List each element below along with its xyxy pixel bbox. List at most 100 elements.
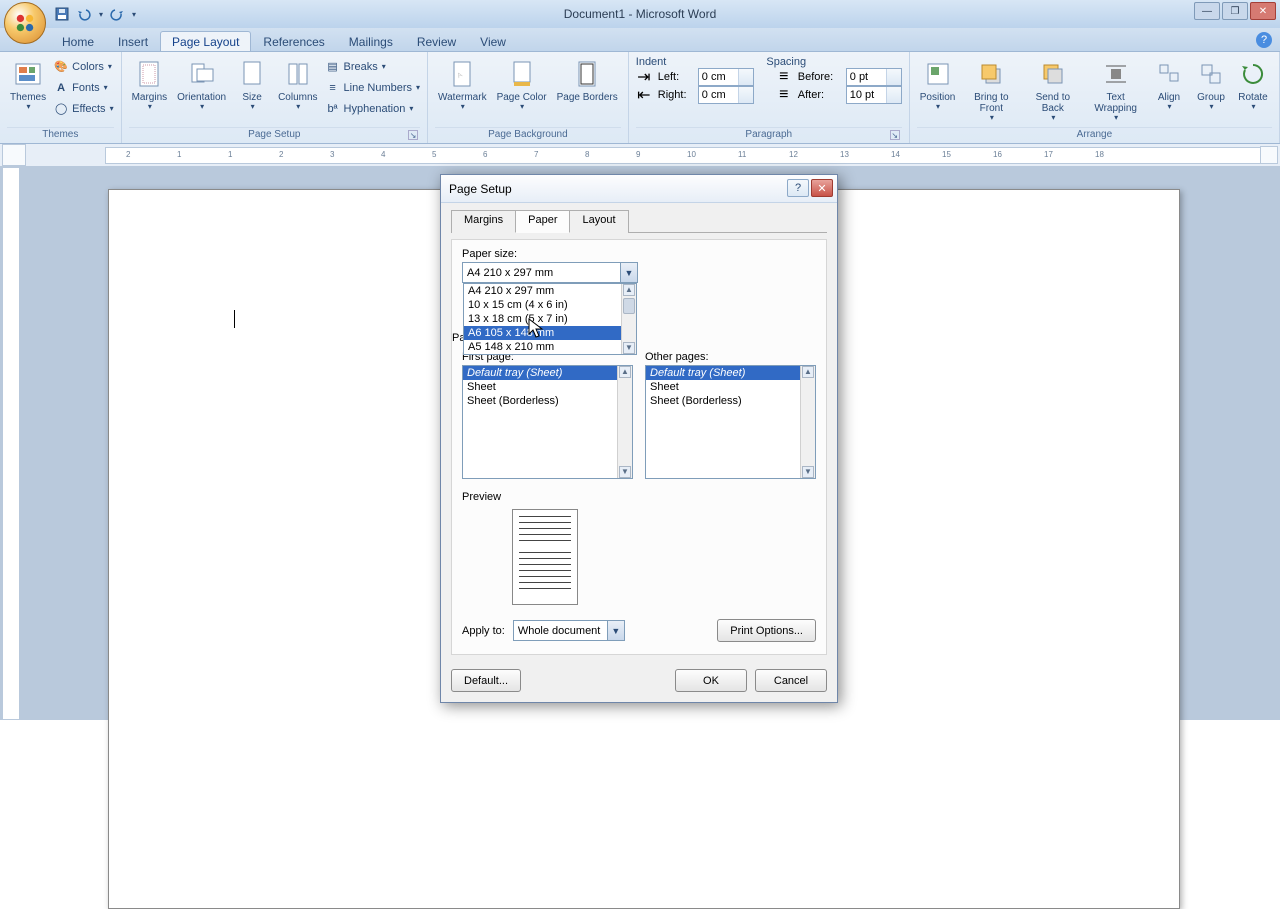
ruler-number: 2: [126, 150, 130, 159]
group-title: Arrange: [917, 127, 1272, 141]
group-themes: Themes▾ 🎨Colors▾ AFonts▾ ◯Effects▾ Theme…: [0, 52, 122, 143]
save-icon[interactable]: [54, 6, 70, 22]
tab-view[interactable]: View: [468, 31, 518, 51]
scroll-up-icon[interactable]: ▲: [619, 366, 631, 378]
default-button[interactable]: Default...: [451, 669, 521, 692]
scroll-down-icon[interactable]: ▼: [619, 466, 631, 478]
tray-option[interactable]: Sheet (Borderless): [646, 394, 815, 408]
chevron-down-icon[interactable]: ▼: [607, 621, 624, 640]
dialog-help-button[interactable]: ?: [787, 179, 809, 197]
align-button[interactable]: Align▾: [1150, 56, 1188, 114]
ruler-number: 3: [330, 150, 334, 159]
scroll-down-icon[interactable]: ▼: [802, 466, 814, 478]
ruler-toggle-icon[interactable]: [1260, 146, 1278, 164]
apply-to-combo[interactable]: Whole document ▼: [513, 620, 625, 641]
tab-references[interactable]: References: [251, 31, 336, 51]
tray-option[interactable]: Default tray (Sheet): [463, 366, 632, 380]
paper-size-option[interactable]: 13 x 18 cm (5 x 7 in): [464, 312, 636, 326]
paper-size-option[interactable]: 10 x 15 cm (4 x 6 in): [464, 298, 636, 312]
page-setup-launcher-icon[interactable]: ↘: [408, 130, 418, 140]
group-button[interactable]: Group▾: [1192, 56, 1230, 114]
minimize-button[interactable]: —: [1194, 2, 1220, 20]
maximize-button[interactable]: ❐: [1222, 2, 1248, 20]
paper-size-combo[interactable]: A4 210 x 297 mm ▼ A4 210 x 297 mm10 x 15…: [462, 262, 638, 283]
group-arrange: Position▾ Bring to Front▾ Send to Back▾ …: [910, 52, 1280, 143]
line-numbers-button[interactable]: ≡Line Numbers▾: [325, 77, 421, 98]
dialog-titlebar[interactable]: Page Setup ? ✕: [441, 175, 837, 203]
page-setup-dialog: Page Setup ? ✕ Margins Paper Layout Pape…: [440, 174, 838, 703]
group-title: Page Background: [435, 127, 621, 141]
other-pages-listbox[interactable]: Default tray (Sheet)SheetSheet (Borderle…: [645, 365, 816, 479]
scroll-down-icon[interactable]: ▼: [623, 342, 635, 354]
ruler-number: 6: [483, 150, 487, 159]
undo-dropdown-icon[interactable]: ▾: [99, 10, 103, 19]
group-icon: [1195, 58, 1227, 90]
size-button[interactable]: Size▾: [233, 56, 271, 114]
first-page-listbox[interactable]: Default tray (Sheet)SheetSheet (Borderle…: [462, 365, 633, 479]
paper-size-option[interactable]: A6 105 x 148 mm: [464, 326, 636, 340]
tray-option[interactable]: Sheet: [646, 380, 815, 394]
themes-button[interactable]: Themes▾: [7, 56, 49, 114]
watermark-button[interactable]: AWatermark▾: [435, 56, 490, 114]
chevron-down-icon[interactable]: ▼: [620, 263, 637, 282]
tab-mailings[interactable]: Mailings: [337, 31, 405, 51]
effects-icon: ◯: [53, 101, 69, 117]
paper-size-option[interactable]: A4 210 x 297 mm: [464, 284, 636, 298]
apply-to-label: Apply to:: [462, 625, 505, 637]
office-button[interactable]: [4, 2, 46, 44]
text-wrapping-button[interactable]: Text Wrapping▾: [1085, 56, 1146, 125]
horizontal-ruler[interactable]: 21123456789101112131415161718: [105, 147, 1268, 164]
hyphenation-button[interactable]: bªHyphenation▾: [325, 98, 421, 119]
theme-fonts-button[interactable]: AFonts▾: [53, 77, 113, 98]
tray-option[interactable]: Sheet (Borderless): [463, 394, 632, 408]
tab-insert[interactable]: Insert: [106, 31, 160, 51]
scroll-thumb[interactable]: [623, 298, 635, 314]
undo-icon[interactable]: [76, 6, 92, 22]
tab-selector[interactable]: [2, 144, 26, 166]
bring-to-front-button[interactable]: Bring to Front▾: [962, 56, 1020, 125]
help-icon[interactable]: ?: [1256, 32, 1272, 48]
ruler-number: 14: [891, 150, 900, 159]
scroll-up-icon[interactable]: ▲: [623, 284, 635, 296]
group-title: Page Setup: [248, 129, 300, 140]
redo-icon[interactable]: [109, 6, 125, 22]
columns-button[interactable]: Columns▾: [275, 56, 320, 114]
theme-colors-button[interactable]: 🎨Colors▾: [53, 56, 113, 77]
dialog-tab-layout[interactable]: Layout: [569, 210, 628, 233]
theme-effects-button[interactable]: ◯Effects▾: [53, 98, 113, 119]
dialog-tab-margins[interactable]: Margins: [451, 210, 516, 233]
scroll-up-icon[interactable]: ▲: [802, 366, 814, 378]
vertical-ruler[interactable]: [2, 167, 20, 720]
page-color-button[interactable]: Page Color▾: [494, 56, 550, 114]
position-button[interactable]: Position▾: [917, 56, 959, 114]
page-borders-button[interactable]: Page Borders: [554, 56, 621, 105]
cancel-button[interactable]: Cancel: [755, 669, 827, 692]
close-button[interactable]: ✕: [1250, 2, 1276, 20]
text-cursor: [234, 310, 235, 328]
rotate-button[interactable]: Rotate▾: [1234, 56, 1272, 114]
orientation-button[interactable]: Orientation▾: [174, 56, 229, 114]
ok-button[interactable]: OK: [675, 669, 747, 692]
print-options-button[interactable]: Print Options...: [717, 619, 816, 642]
dialog-tab-paper[interactable]: Paper: [515, 210, 570, 233]
line-numbers-icon: ≡: [325, 80, 341, 96]
paragraph-launcher-icon[interactable]: ↘: [890, 130, 900, 140]
tray-option[interactable]: Default tray (Sheet): [646, 366, 815, 380]
ruler-number: 18: [1095, 150, 1104, 159]
tray-option[interactable]: Sheet: [463, 380, 632, 394]
spacing-after-input[interactable]: 10 pt: [846, 86, 902, 104]
dialog-close-button[interactable]: ✕: [811, 179, 833, 197]
send-to-back-button[interactable]: Send to Back▾: [1024, 56, 1081, 125]
paper-size-option[interactable]: A5 148 x 210 mm: [464, 340, 636, 354]
indent-right-input[interactable]: 0 cm: [698, 86, 754, 104]
breaks-button[interactable]: ▤Breaks▾: [325, 56, 421, 77]
spacing-before-input[interactable]: 0 pt: [846, 68, 902, 86]
qat-customize-icon[interactable]: ▾: [132, 10, 136, 19]
tab-home[interactable]: Home: [50, 31, 106, 51]
indent-left-input[interactable]: 0 cm: [698, 68, 754, 86]
ruler-number: 2: [279, 150, 283, 159]
margins-button[interactable]: Margins▾: [129, 56, 171, 114]
ruler-number: 1: [177, 150, 181, 159]
tab-review[interactable]: Review: [405, 31, 468, 51]
tab-page-layout[interactable]: Page Layout: [160, 31, 251, 51]
